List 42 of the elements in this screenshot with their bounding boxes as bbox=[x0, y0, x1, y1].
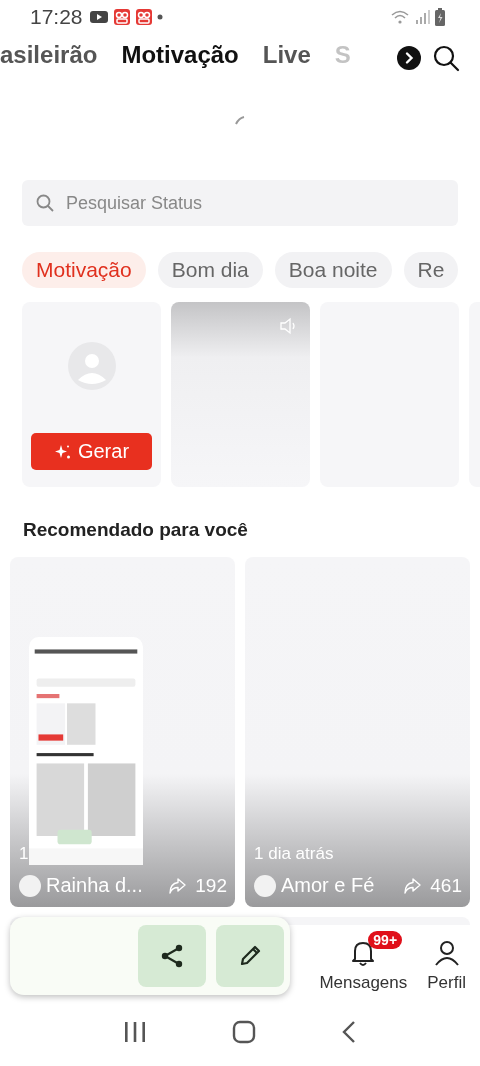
recent-apps-icon[interactable] bbox=[122, 1021, 147, 1043]
profile-icon bbox=[433, 939, 460, 967]
post-time: 1 bbox=[19, 844, 30, 864]
filter-chip[interactable]: Boa noite bbox=[274, 252, 392, 288]
avatar-icon bbox=[254, 874, 276, 897]
category-tab[interactable]: asileirão bbox=[0, 41, 98, 75]
category-tab[interactable]: Motivação bbox=[121, 41, 239, 75]
share-button[interactable] bbox=[138, 925, 206, 987]
filter-chip[interactable]: Motivação bbox=[22, 252, 146, 288]
edit-button[interactable] bbox=[216, 925, 284, 987]
nav-tab[interactable]: Perfil bbox=[427, 929, 466, 993]
signal-icon bbox=[414, 9, 430, 25]
category-tab[interactable]: Live bbox=[262, 41, 311, 75]
search-field[interactable]: Pesquisar Status bbox=[22, 180, 458, 226]
app-notification-icon bbox=[112, 8, 131, 26]
home-icon[interactable] bbox=[232, 1020, 256, 1044]
filter-chip[interactable]: Bom dia bbox=[157, 252, 263, 288]
nav-tab[interactable]: 99+ Mensagens bbox=[319, 929, 408, 993]
app-notification-icon bbox=[134, 8, 153, 26]
back-icon[interactable] bbox=[341, 1020, 358, 1044]
search-icon[interactable] bbox=[432, 44, 460, 72]
share-arrow-icon bbox=[168, 876, 187, 895]
filter-chip[interactable]: Re bbox=[403, 252, 459, 288]
loading-spinner-icon bbox=[234, 116, 246, 126]
video-app-icon bbox=[88, 9, 109, 25]
notification-badge: 99+ bbox=[368, 931, 403, 949]
author-name: Rainha d... bbox=[46, 874, 143, 897]
section-title: Recomendado para você bbox=[23, 519, 249, 542]
share-icon bbox=[159, 943, 185, 969]
author-name: Amor e Fé bbox=[281, 874, 375, 897]
share-count: 192 bbox=[195, 874, 227, 897]
wifi-icon bbox=[390, 9, 410, 25]
status-time: 17:28 bbox=[30, 5, 83, 29]
avatar-icon bbox=[19, 874, 41, 897]
search-icon bbox=[36, 194, 54, 212]
post-time: 1 dia atrás bbox=[254, 844, 335, 864]
chevron-right-icon[interactable] bbox=[396, 45, 422, 71]
battery-icon bbox=[434, 8, 446, 26]
dot-icon bbox=[156, 14, 163, 20]
share-arrow-icon bbox=[403, 876, 422, 895]
generate-button[interactable]: Gerar bbox=[31, 433, 152, 470]
share-count: 461 bbox=[430, 874, 462, 897]
